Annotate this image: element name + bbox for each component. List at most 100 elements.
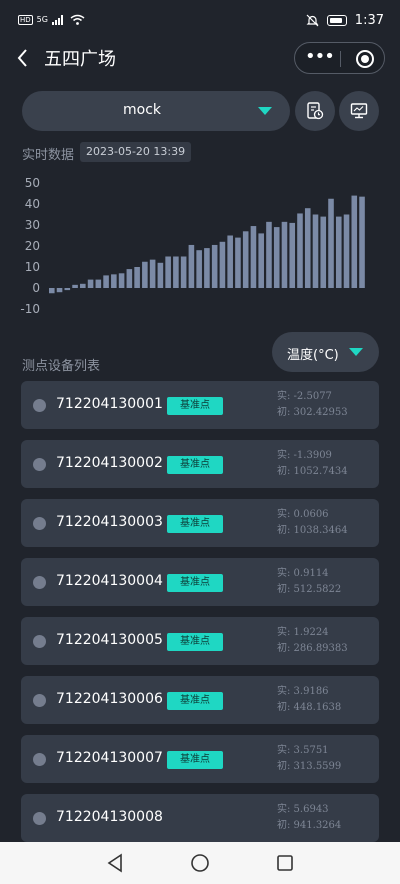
device-row[interactable]: 712204130004 基准点 实: 0.9114 初: 512.5822 (21, 558, 379, 606)
reference-point-badge: 基准点 (167, 397, 223, 415)
mute-bell-icon (306, 14, 319, 27)
device-row[interactable]: 712204130005 基准点 实: 1.9224 初: 286.89383 (21, 617, 379, 665)
device-id: 712204130008 (56, 809, 163, 825)
signal-icon (51, 14, 63, 25)
chart-bar (335, 216, 342, 288)
device-id: 712204130003 (56, 514, 163, 530)
reference-point-badge: 基准点 (167, 456, 223, 474)
monitor-icon (350, 103, 368, 119)
device-row[interactable]: 712204130008 实: 5.6943 初: 941.3264 (21, 794, 379, 842)
more-icon[interactable]: ••• (305, 47, 335, 71)
chevron-down-icon (349, 348, 363, 356)
device-id: 712204130007 (56, 750, 163, 766)
reference-point-badge: 基准点 (167, 633, 223, 651)
chart-bar (196, 250, 202, 288)
close-target-icon[interactable] (356, 50, 374, 68)
initial-value: 初: 941.3264 (277, 820, 342, 831)
device-values: 实: 0.0606 初: 1038.3464 (277, 507, 348, 539)
chart-bar (188, 244, 195, 288)
home-circle-icon[interactable] (190, 853, 210, 873)
status-system: 1:37 (306, 13, 384, 28)
device-values: 实: 1.9224 初: 286.89383 (277, 625, 348, 657)
chart-bar (64, 288, 71, 291)
real-value: 实: -1.3909 (277, 450, 332, 461)
reference-point-badge: 基准点 (167, 515, 223, 533)
chart-bar (304, 208, 311, 288)
real-value: 实: 1.9224 (277, 627, 329, 638)
chart-bar (235, 237, 241, 288)
reference-point-badge: 基准点 (167, 692, 223, 710)
chart-bar (72, 284, 78, 288)
monitor-button[interactable] (339, 91, 379, 131)
y-tick-label: 40 (25, 197, 40, 211)
device-row[interactable]: 712204130001 基准点 实: -2.5077 初: 302.42953 (21, 381, 379, 429)
device-values: 实: 0.9114 初: 512.5822 (277, 566, 341, 598)
status-bar: HD 5G 1:37 (0, 0, 400, 40)
chart-bar (95, 279, 102, 288)
chart-bar (204, 248, 210, 288)
chart-bar (359, 196, 365, 288)
initial-value: 初: 512.5822 (277, 584, 342, 595)
metric-select[interactable]: 温度(°C) (272, 332, 379, 372)
device-values: 实: -1.3909 初: 1052.7434 (277, 448, 348, 480)
status-dot-icon (33, 694, 46, 707)
history-button[interactable] (295, 91, 335, 131)
status-dot-icon (33, 458, 46, 471)
chart-bar (118, 273, 125, 288)
realtime-label: 实时数据 (22, 148, 75, 163)
device-values: 实: 5.6943 初: 941.3264 (277, 802, 341, 834)
mini-program-capsule: ••• (294, 42, 385, 74)
device-id: 712204130005 (56, 632, 163, 648)
chart-bar (103, 275, 109, 288)
chart-bar (266, 221, 272, 288)
y-tick-label: 10 (25, 260, 40, 274)
chart-bar (242, 231, 249, 288)
chart-bar (111, 274, 117, 288)
chart-bar (289, 222, 296, 288)
chart-bar (281, 221, 288, 288)
chart-bar (165, 256, 171, 288)
status-dot-icon (33, 812, 46, 825)
y-tick-label: 0 (32, 281, 40, 295)
device-row[interactable]: 712204130007 基准点 实: 3.5751 初: 313.5599 (21, 735, 379, 783)
status-indicators: HD 5G (18, 14, 85, 25)
chart-bar (297, 213, 303, 288)
y-tick-label: 20 (25, 239, 40, 253)
chevron-left-icon[interactable] (12, 46, 36, 70)
initial-value: 初: 302.42953 (277, 407, 348, 418)
real-value: 实: 0.0606 (277, 509, 329, 520)
chart-bar (320, 216, 327, 288)
document-clock-icon (307, 102, 324, 120)
realtime-bar-chart: 50 40 30 20 10 0 -10 (20, 176, 365, 316)
status-dot-icon (33, 635, 46, 648)
status-dot-icon (33, 517, 46, 530)
back-triangle-icon[interactable] (106, 853, 124, 873)
real-value: 实: 3.9186 (277, 686, 329, 697)
device-id: 712204130001 (56, 396, 163, 412)
status-dot-icon (33, 753, 46, 766)
device-row[interactable]: 712204130003 基准点 实: 0.0606 初: 1038.3464 (21, 499, 379, 547)
device-values: 实: -2.5077 初: 302.42953 (277, 389, 348, 421)
title-bar: 五四广场 ••• (0, 40, 400, 76)
y-tick-label: 30 (25, 218, 40, 232)
chart-bar (134, 267, 140, 288)
realtime-timestamp: 2023-05-20 13:39 (80, 142, 192, 162)
device-row[interactable]: 712204130002 基准点 实: -1.3909 初: 1052.7434 (21, 440, 379, 488)
recents-square-icon[interactable] (276, 853, 294, 873)
chart-bar (49, 288, 55, 294)
initial-value: 初: 313.5599 (277, 761, 342, 772)
chart-bar (142, 261, 148, 288)
y-tick-label: -10 (20, 302, 40, 316)
chart-bar (273, 227, 280, 288)
chart-bar (312, 214, 319, 288)
y-tick-label: 50 (25, 176, 40, 190)
chevron-down-icon (258, 107, 272, 115)
capsule-divider (340, 51, 341, 67)
metric-select-value: 温度(°C) (287, 348, 339, 363)
device-row[interactable]: 712204130006 基准点 实: 3.9186 初: 448.1638 (21, 676, 379, 724)
device-values: 实: 3.9186 初: 448.1638 (277, 684, 341, 716)
device-values: 实: 3.5751 初: 313.5599 (277, 743, 341, 775)
dataset-select[interactable]: mock (22, 91, 290, 131)
real-value: 实: -2.5077 (277, 391, 332, 402)
chart-bar (87, 279, 94, 288)
